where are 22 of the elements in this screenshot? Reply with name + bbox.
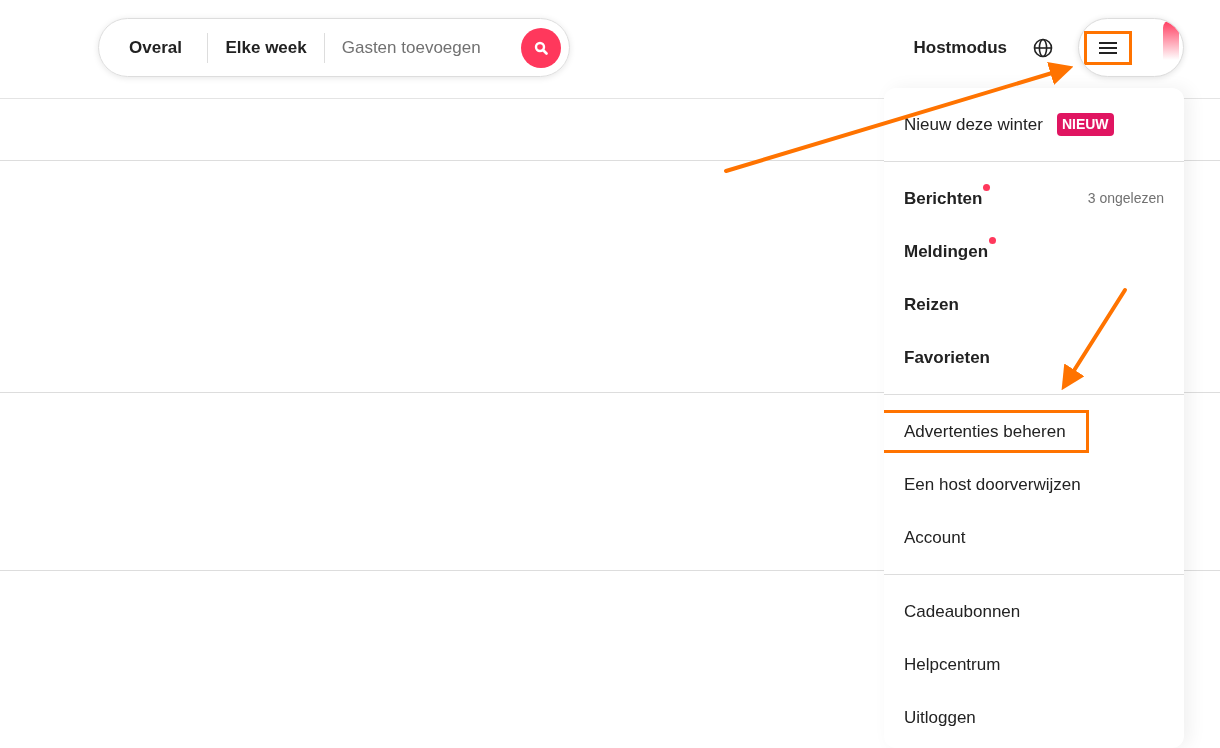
dates-button[interactable]: Elke week bbox=[225, 34, 307, 61]
menu-item[interactable]: Cadeaubonnen bbox=[900, 596, 1025, 627]
menu-button[interactable] bbox=[1078, 18, 1184, 77]
search-icon bbox=[534, 40, 548, 55]
unread-count: 3 ongelezen bbox=[1087, 189, 1164, 208]
avatar bbox=[1163, 20, 1179, 60]
guests-button[interactable]: Gasten toevoegen bbox=[341, 34, 481, 61]
new-tag: NIEUW bbox=[1056, 113, 1114, 136]
menu-item[interactable]: Reizen bbox=[900, 289, 963, 320]
menu-item[interactable]: Uitloggen bbox=[900, 702, 980, 733]
menu-item[interactable]: Een host doorverwijzen bbox=[900, 469, 1085, 500]
menu-item[interactable]: Nieuw deze winter bbox=[900, 109, 1047, 140]
host-mode-link[interactable]: Hostmodus bbox=[913, 34, 1007, 61]
menu-item[interactable]: Berichten bbox=[900, 183, 987, 214]
menu-item[interactable]: Advertenties beheren bbox=[884, 412, 1086, 451]
search-button[interactable] bbox=[521, 27, 561, 68]
location-button[interactable]: Overal bbox=[129, 34, 182, 61]
globe-icon[interactable] bbox=[1032, 37, 1053, 58]
menu-item[interactable]: Helpcentrum bbox=[900, 649, 1005, 680]
menu-item[interactable]: Account bbox=[900, 522, 970, 553]
menu-item[interactable]: Favorieten bbox=[900, 342, 994, 373]
menu-item[interactable]: Meldingen bbox=[900, 236, 993, 267]
